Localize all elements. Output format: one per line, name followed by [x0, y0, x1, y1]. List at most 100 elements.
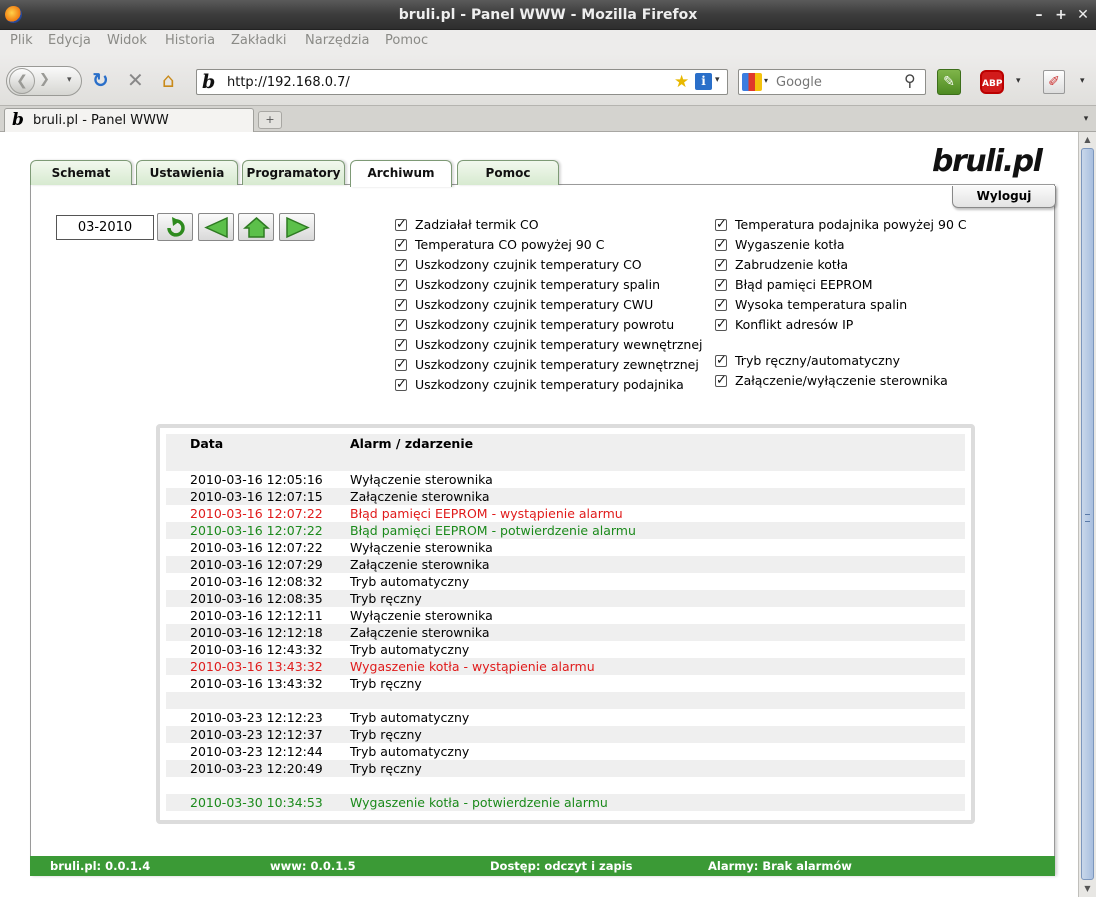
menu-plik[interactable]: Plik	[10, 33, 33, 48]
tab-ustawienia[interactable]: Ustawienia	[136, 160, 238, 185]
vertical-scrollbar[interactable]: ▲ ▼	[1078, 132, 1096, 897]
table-row: 2010-03-23 12:12:44 Tryb automatyczny	[166, 743, 965, 760]
row-event: Wyłączenie sterownika	[350, 540, 493, 555]
checkbox-checked[interactable]	[395, 256, 407, 274]
previous-month-button[interactable]	[198, 213, 234, 241]
checkbox-checked[interactable]	[715, 256, 727, 274]
search-input[interactable]	[776, 73, 896, 91]
engine-dropdown-icon[interactable]: ▾	[764, 76, 768, 85]
checkbox-checked[interactable]	[395, 276, 407, 294]
minimize-icon[interactable]: –	[1030, 6, 1048, 24]
menu-narzedzia[interactable]: Narzędzia	[305, 33, 370, 48]
menu-zakladki[interactable]: Zakładki	[231, 33, 286, 48]
row-date: 2010-03-23 12:12:44	[190, 744, 323, 759]
checkbox-checked[interactable]	[395, 316, 407, 334]
close-icon[interactable]: ✕	[1074, 6, 1092, 24]
table-row: 2010-03-23 12:20:49 Tryb ręczny	[166, 760, 965, 777]
tab-archiwum[interactable]: Archiwum	[350, 160, 452, 187]
tab-programatory[interactable]: Programatory	[242, 160, 345, 185]
url-bar[interactable]: b ★ i ▾	[196, 69, 728, 95]
current-month-button[interactable]	[238, 213, 274, 241]
row-event: Błąd pamięci EEPROM - potwierdzenie alar…	[350, 523, 636, 538]
row-date: 2010-03-16 12:08:32	[190, 574, 323, 589]
checkbox-checked[interactable]	[715, 236, 727, 254]
notepad-icon[interactable]: ✐	[1043, 70, 1065, 94]
bookmark-star-icon[interactable]: ★	[674, 72, 689, 92]
checkbox-checked[interactable]	[715, 296, 727, 314]
row-event: Tryb automatyczny	[350, 744, 470, 759]
reload-icon[interactable]: ↻	[92, 70, 109, 90]
search-icon[interactable]: ⚲	[904, 71, 916, 90]
next-month-button[interactable]	[279, 213, 315, 241]
checkbox-checked[interactable]	[395, 236, 407, 254]
site-info-icon[interactable]: i	[695, 73, 712, 90]
search-bar[interactable]: ▾ ⚲	[738, 69, 926, 95]
notepad-dropdown-icon[interactable]: ▾	[1080, 76, 1085, 86]
url-dropdown-icon[interactable]: ▾	[715, 75, 720, 85]
row-event: Błąd pamięci EEPROM - wystąpienie alarmu	[350, 506, 623, 521]
menu-edycja[interactable]: Edycja	[48, 33, 91, 48]
history-dropdown-icon[interactable]: ▾	[67, 75, 72, 85]
checkbox-checked[interactable]	[715, 216, 727, 234]
arrow-left-icon	[204, 216, 228, 239]
row-date: 2010-03-30 10:34:53	[190, 795, 323, 810]
browser-tab[interactable]: b bruli.pl - Panel WWW	[4, 108, 254, 132]
filter-label: Temperatura CO powyżej 90 C	[415, 237, 605, 252]
scroll-down-icon[interactable]: ▼	[1079, 881, 1096, 897]
column-header-event: Alarm / zdarzenie	[350, 436, 474, 451]
column-header-date: Data	[190, 436, 224, 451]
table-row: 2010-03-30 10:34:53 Wygaszenie kotła - po…	[166, 794, 965, 811]
row-date: 2010-03-23 12:12:23	[190, 710, 323, 725]
menu-pomoc[interactable]: Pomoc	[385, 33, 428, 48]
checkbox-checked[interactable]	[395, 336, 407, 354]
navigation-toolbar: ❮ ❯ ▾ ↻ ✕ ⌂ b ★ i ▾ ▾ ⚲ ✎ ABP ▾ ✐ ▾	[0, 54, 1096, 106]
checkbox-checked[interactable]	[715, 372, 727, 390]
menu-bar: Plik Edycja Widok Historia Zakładki Narz…	[0, 30, 1096, 54]
browser-tab-strip: b bruli.pl - Panel WWW + ▾	[0, 106, 1096, 132]
filter-label: Błąd pamięci EEPROM	[735, 277, 873, 292]
back-button[interactable]: ❮	[9, 68, 35, 94]
row-event: Tryb ręczny	[350, 676, 422, 691]
tab-favicon-icon: b	[12, 110, 24, 130]
new-tab-button[interactable]: +	[258, 111, 282, 129]
evernote-icon[interactable]: ✎	[937, 69, 961, 95]
checkbox-checked[interactable]	[715, 276, 727, 294]
row-date: 2010-03-23 12:12:37	[190, 727, 323, 742]
adblock-dropdown-icon[interactable]: ▾	[1016, 76, 1021, 86]
checkbox-checked[interactable]	[715, 352, 727, 370]
menu-historia[interactable]: Historia	[165, 33, 215, 48]
url-input[interactable]	[227, 73, 627, 91]
filter-label: Konflikt adresów IP	[735, 317, 854, 332]
stop-icon[interactable]: ✕	[127, 70, 144, 90]
tab-list-dropdown-icon[interactable]: ▾	[1078, 110, 1094, 128]
tab-schemat[interactable]: Schemat	[30, 160, 132, 185]
filter-label: Temperatura podajnika powyżej 90 C	[735, 217, 967, 232]
table-row: 2010-03-16 12:07:22 Wyłączenie sterownika	[166, 539, 965, 556]
adblock-icon[interactable]: ABP	[980, 70, 1004, 94]
filter-label: Wysoka temperatura spalin	[735, 297, 908, 312]
checkbox-checked[interactable]	[395, 216, 407, 234]
web-viewport: bruli.pl Schemat Ustawienia Programatory…	[0, 132, 1078, 897]
home-icon[interactable]: ⌂	[162, 70, 175, 90]
filter-label: Uszkodzony czujnik temperatury CO	[415, 257, 642, 272]
refresh-button[interactable]	[157, 213, 193, 241]
month-field[interactable]: 03-2010	[56, 215, 154, 240]
checkbox-checked[interactable]	[395, 376, 407, 394]
forward-button[interactable]: ❯	[39, 72, 50, 87]
checkbox-checked[interactable]	[715, 316, 727, 334]
logout-button[interactable]: Wyloguj	[952, 186, 1056, 208]
menu-widok[interactable]: Widok	[107, 33, 147, 48]
scroll-thumb[interactable]	[1081, 148, 1094, 880]
row-event: Wyłączenie sterownika	[350, 608, 493, 623]
checkbox-checked[interactable]	[395, 296, 407, 314]
table-row: 2010-03-16 12:43:32 Tryb automatyczny	[166, 641, 965, 658]
checkbox-checked[interactable]	[395, 356, 407, 374]
maximize-icon[interactable]: +	[1052, 6, 1070, 24]
row-event: Załączenie sterownika	[350, 489, 490, 504]
status-www: www: 0.0.1.5	[270, 859, 356, 873]
tab-pomoc[interactable]: Pomoc	[457, 160, 559, 185]
scroll-up-icon[interactable]: ▲	[1079, 132, 1096, 148]
google-engine-icon[interactable]	[742, 73, 762, 91]
table-row: 2010-03-16 12:08:35 Tryb ręczny	[166, 590, 965, 607]
table-row: 2010-03-16 12:07:29 Załączenie sterownika	[166, 556, 965, 573]
